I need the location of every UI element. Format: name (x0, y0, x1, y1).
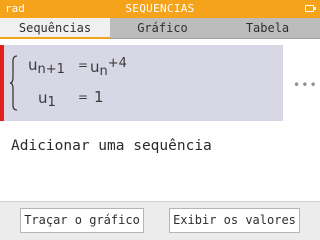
brace-icon (10, 55, 18, 111)
app-title: SEQUENCIAS (125, 2, 195, 15)
more-horizontal-icon[interactable]: ••• (293, 78, 318, 92)
add-sequence-row[interactable]: Adicionar uma sequência (0, 121, 320, 201)
bottom-bar: Traçar o gráfico Exibir os valores (0, 201, 320, 240)
recurrence-equals: = (78, 58, 89, 72)
tab-table[interactable]: Tabela (215, 18, 320, 39)
initial-term-equals: = (78, 90, 89, 104)
show-values-button[interactable]: Exibir os valores (169, 208, 300, 233)
add-sequence-label: Adicionar uma sequência (11, 138, 212, 154)
status-bar: rad SEQUENCIAS (0, 0, 320, 18)
battery-icon (305, 5, 316, 12)
sequence-row[interactable]: un+1 = un+4 u1 = 1 ••• (0, 45, 320, 121)
sequence-definition[interactable]: un+1 = un+4 u1 = 1 (0, 45, 283, 121)
recurrence-rhs: un+4 (90, 56, 127, 79)
initial-term-lhs: u1 (38, 89, 56, 110)
plot-graph-button[interactable]: Traçar o gráfico (20, 208, 144, 233)
tab-graph[interactable]: Gráfico (110, 18, 215, 39)
initial-term-value: 1 (94, 88, 104, 106)
recurrence-lhs: un+1 (28, 56, 65, 77)
tab-bar: Sequências Gráfico Tabela (0, 18, 320, 39)
tab-sequences[interactable]: Sequências (0, 18, 110, 39)
